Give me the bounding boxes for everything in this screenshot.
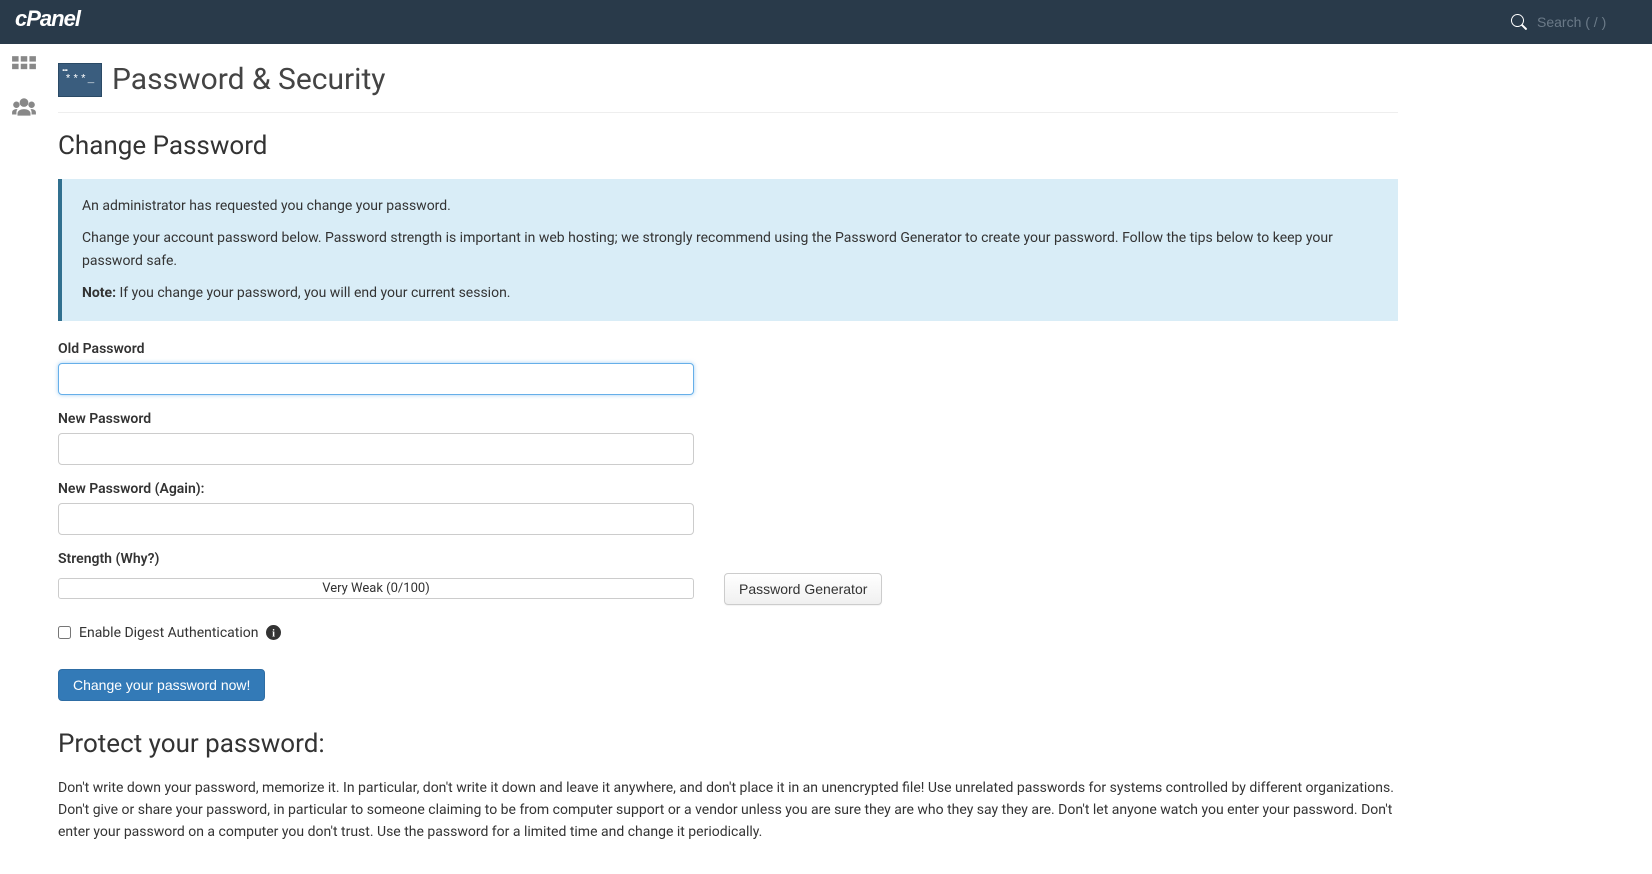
old-password-group: Old Password [58,341,1398,395]
search-input[interactable] [1537,14,1637,30]
apps-grid-icon[interactable] [11,54,37,80]
page-icon: ••• ***_ [58,63,102,97]
digest-auth-label: Enable Digest Authentication [79,625,258,641]
change-password-heading: Change Password [58,131,1398,161]
new-password-again-input[interactable] [58,503,694,535]
page-title: Password & Security [112,62,386,97]
info-icon[interactable]: i [266,625,281,640]
cpanel-logo: cPanel [15,8,107,36]
page-title-row: ••• ***_ Password & Security [58,54,1398,113]
new-password-input[interactable] [58,433,694,465]
search-area [1511,14,1637,30]
alert-line2: Change your account password below. Pass… [82,227,1378,272]
old-password-label: Old Password [58,341,1398,357]
new-password-again-group: New Password (Again): [58,481,1398,535]
strength-meter: Very Weak (0/100) [58,578,694,599]
svg-text:cPanel: cPanel [15,8,82,30]
password-generator-button[interactable]: Password Generator [724,573,882,605]
alert-line1: An administrator has requested you chang… [82,195,1378,217]
strength-group: Strength (Why?) Very Weak (0/100) Passwo… [58,551,1398,605]
new-password-label: New Password [58,411,1398,427]
main-content: ••• ***_ Password & Security Change Pass… [48,44,1408,874]
search-icon[interactable] [1511,14,1527,30]
users-icon[interactable] [11,95,37,121]
new-password-again-label: New Password (Again): [58,481,1398,497]
new-password-group: New Password [58,411,1398,465]
change-password-submit-button[interactable]: Change your password now! [58,669,265,701]
protect-password-text: Don't write down your password, memorize… [58,777,1398,844]
digest-auth-checkbox[interactable] [58,626,71,639]
sidebar [0,44,48,874]
strength-label: Strength (Why?) [58,551,1398,567]
svg-text:i: i [273,628,276,639]
digest-auth-row: Enable Digest Authentication i [58,625,1398,641]
alert-note: Note: If you change your password, you w… [82,282,1378,304]
old-password-input[interactable] [58,363,694,395]
top-header: cPanel [0,0,1652,44]
info-alert: An administrator has requested you chang… [58,179,1398,321]
protect-password-heading: Protect your password: [58,729,1398,759]
